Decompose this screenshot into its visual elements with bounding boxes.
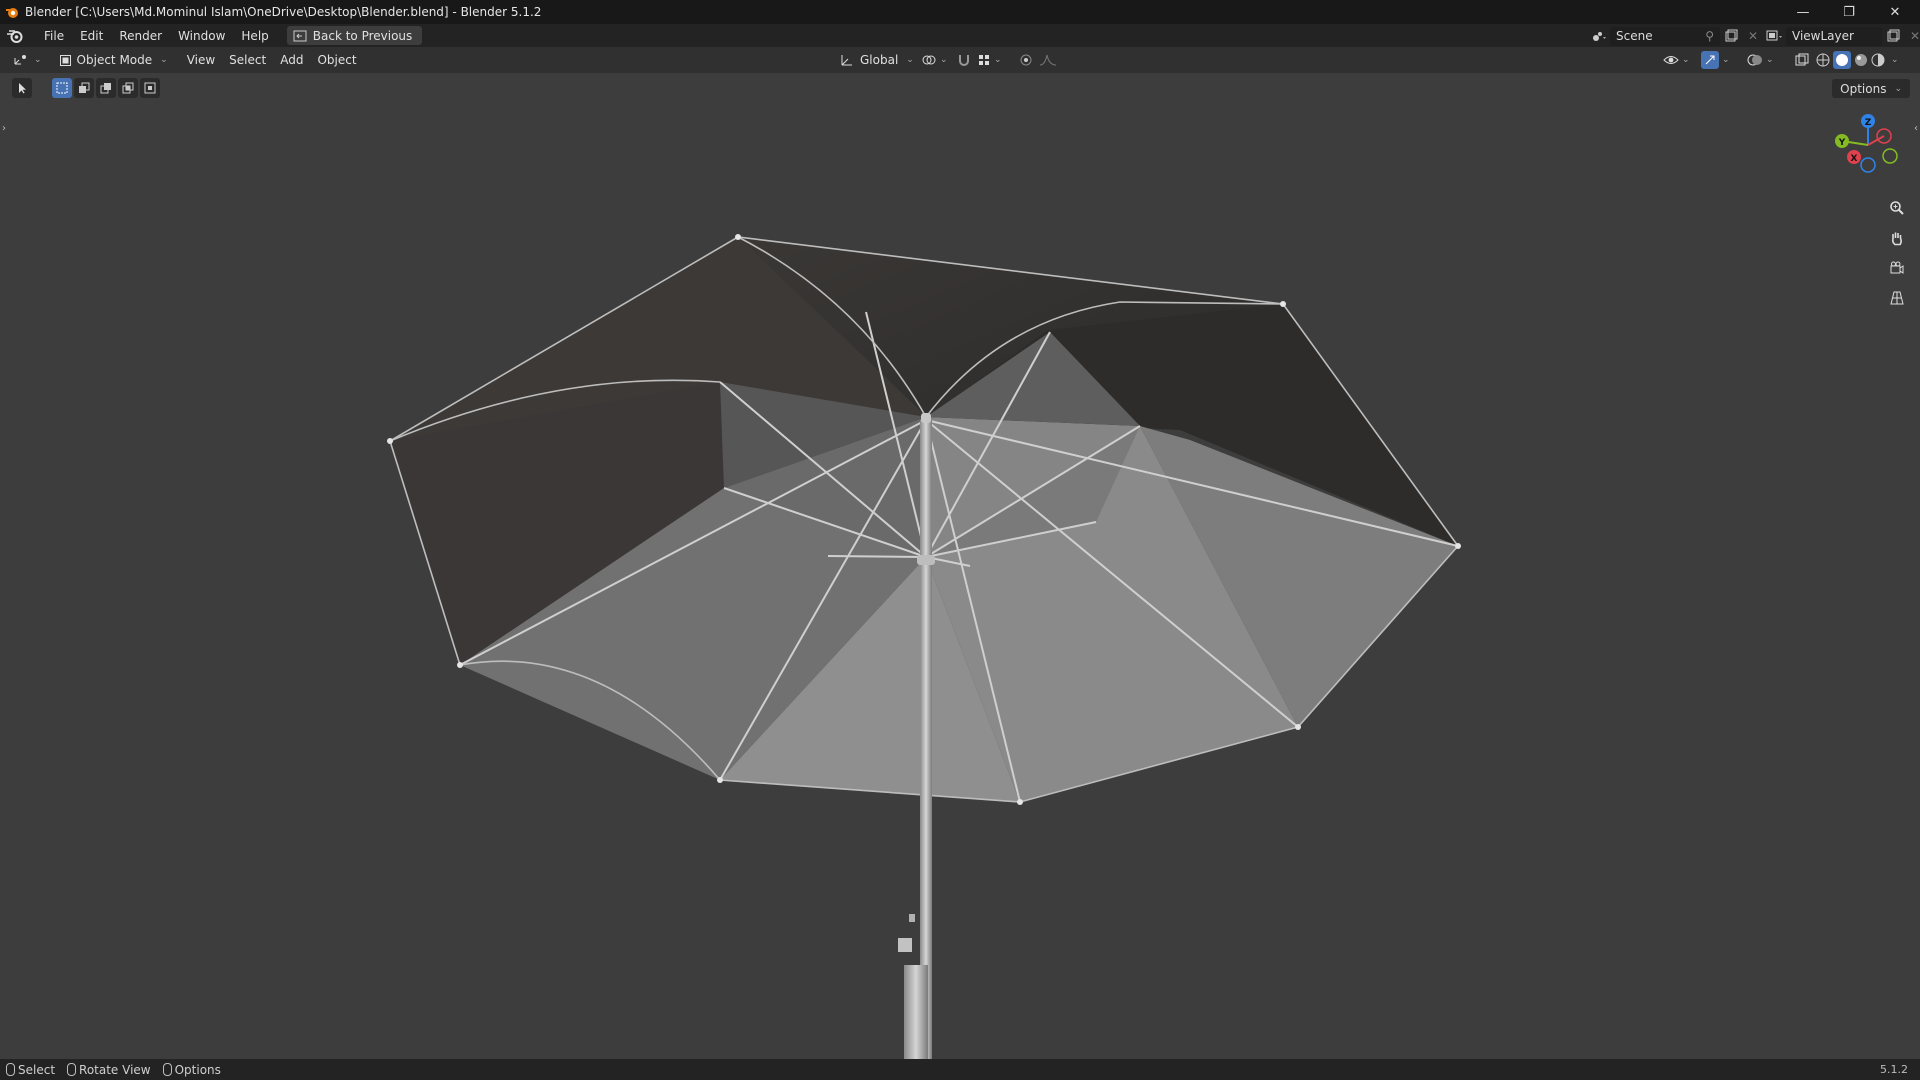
3d-viewport[interactable]: Options ⌄ › ‹ Z Y X (0, 73, 1920, 1059)
magnet-icon (959, 55, 969, 66)
solid-shading-icon[interactable] (1833, 51, 1851, 69)
new-viewlayer-icon[interactable] (1882, 27, 1904, 46)
back-to-previous-label: Back to Previous (312, 28, 413, 43)
window-titlebar: Blender [C:\Users\Md.Mominul Islam\OneDr… (0, 0, 1920, 24)
orientation-icon (841, 55, 852, 66)
new-scene-icon[interactable] (1720, 27, 1742, 46)
status-options-hint: Options (162, 1062, 221, 1077)
status-options-label: Options (174, 1062, 221, 1077)
eye-icon (1663, 56, 1679, 64)
menu-edit[interactable]: Edit (72, 26, 111, 46)
vp-menu-add[interactable]: Add (273, 50, 310, 70)
vp-menu-object[interactable]: Object (310, 50, 363, 70)
transform-orientation-selector[interactable]: Global ⌄ (832, 50, 921, 70)
viewlayer-selector: ViewLayer ✕ (1764, 26, 1920, 46)
viewlayer-name: ViewLayer (1792, 29, 1854, 43)
gizmo-toggle[interactable]: ⌄ (1694, 50, 1737, 70)
close-button[interactable]: ✕ (1872, 0, 1918, 24)
falloff-curve-icon (1039, 54, 1057, 66)
delete-scene-icon[interactable]: ✕ (1742, 27, 1764, 46)
wireframe-shading-icon[interactable] (1816, 53, 1830, 67)
menu-help[interactable]: Help (233, 26, 276, 46)
3d-viewport-icon (14, 55, 26, 65)
rendered-shading-icon[interactable] (1871, 53, 1885, 67)
snap-target-selector[interactable]: ⌄ (970, 50, 1009, 70)
status-select-hint: Select (6, 1063, 55, 1077)
viewlayer-browse-icon[interactable] (1764, 27, 1786, 46)
xray-icon (1795, 53, 1809, 66)
scene-name: Scene (1616, 29, 1653, 43)
orientation-label: Global (860, 53, 899, 67)
mouse-middle-icon (67, 1063, 77, 1076)
pivot-icon (922, 55, 936, 65)
scene-browse-icon[interactable] (1588, 27, 1610, 46)
editor-type-selector[interactable]: ⌄ (6, 50, 49, 70)
status-select-label: Select (18, 1062, 56, 1077)
object-visibility-selector[interactable]: ⌄ (1656, 50, 1697, 70)
mode-selector[interactable]: Object Mode ⌄ (53, 50, 174, 70)
restore-button[interactable]: ❐ (1826, 0, 1872, 24)
umbrella-model[interactable] (0, 73, 1920, 1059)
proportional-edit-icon (1020, 54, 1032, 66)
window-title: Blender [C:\Users\Md.Mominul Islam\OneDr… (25, 5, 542, 19)
object-mode-icon (59, 54, 71, 66)
minimize-button[interactable]: — (1780, 0, 1826, 24)
pin-icon[interactable]: ⚲ (1705, 29, 1714, 43)
material-preview-icon[interactable] (1854, 53, 1868, 67)
back-icon (293, 30, 307, 41)
delete-viewlayer-icon[interactable]: ✕ (1904, 27, 1920, 46)
blender-app-icon (6, 8, 18, 18)
mouse-right-icon (162, 1063, 172, 1076)
menu-file[interactable]: File (36, 26, 72, 46)
viewport-header: ⌄ Object Mode ⌄ View Select Add Object G… (0, 47, 1920, 73)
menu-window[interactable]: Window (170, 26, 233, 46)
viewlayer-name-field[interactable]: ViewLayer (1786, 26, 1882, 46)
scene-name-field[interactable]: Scene ⚲ (1610, 26, 1720, 46)
shading-mode-group: ⌄ (1812, 50, 1903, 70)
mode-label: Object Mode (76, 53, 153, 67)
vp-menu-select[interactable]: Select (222, 50, 273, 70)
pivot-point-selector[interactable]: ⌄ (914, 50, 955, 70)
vp-menu-view[interactable]: View (180, 50, 222, 70)
falloff-selector[interactable] (1032, 50, 1064, 70)
blender-logo-icon[interactable] (6, 28, 24, 44)
status-bar: Select Rotate View Options 5.1.2 (0, 1059, 1920, 1080)
mouse-left-icon (6, 1063, 15, 1076)
status-rotate-label: Rotate View (79, 1062, 151, 1077)
overlays-toggle[interactable]: ⌄ (1740, 50, 1781, 70)
snap-grid-icon (979, 55, 989, 65)
blender-version: 5.1.2 (1880, 1063, 1908, 1076)
overlays-icon (1747, 54, 1762, 66)
status-rotate-hint: Rotate View (67, 1063, 151, 1077)
menu-render[interactable]: Render (111, 26, 170, 46)
back-to-previous-button[interactable]: Back to Previous (286, 26, 423, 45)
gizmo-icon (1701, 51, 1719, 69)
scene-selector: Scene ⚲ ✕ (1588, 26, 1764, 46)
